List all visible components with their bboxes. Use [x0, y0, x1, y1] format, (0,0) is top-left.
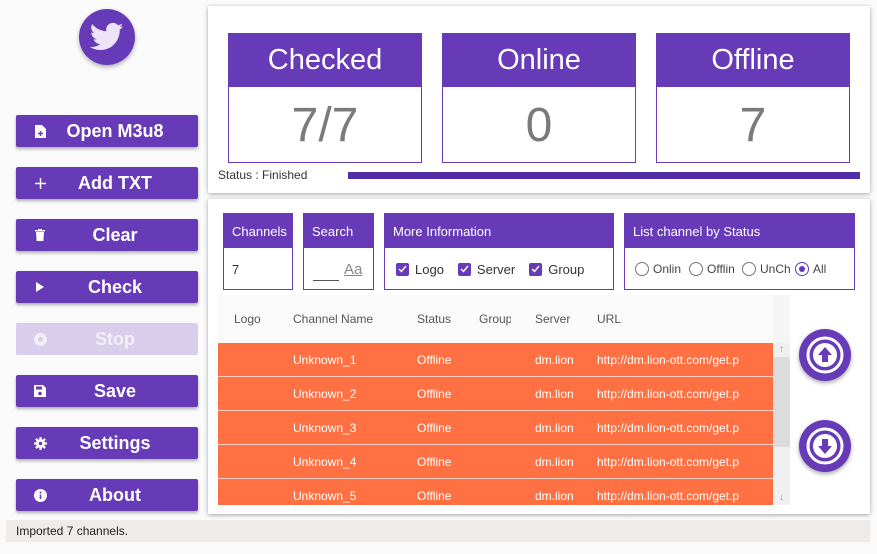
settings-button[interactable]: Settings — [16, 427, 198, 459]
table-scrollbar[interactable]: ↑ ↓ — [773, 343, 790, 505]
search-label: Search — [304, 214, 373, 248]
check-icon — [396, 262, 409, 276]
stats-panel: Checked 7/7 Online 0 Offline 7 — [208, 6, 870, 193]
col-group[interactable]: Group — [479, 312, 511, 326]
scroll-up-arrow-icon[interactable]: ↑ — [773, 343, 790, 357]
checked-stat: Checked 7/7 — [228, 33, 422, 163]
check-icon — [529, 262, 543, 276]
button-label: About — [89, 484, 141, 505]
info-icon — [16, 488, 64, 502]
col-url[interactable]: URL — [597, 312, 757, 326]
check-button[interactable]: Check — [16, 271, 198, 303]
online-label: Online — [443, 34, 635, 87]
arrow-down-circle-icon — [806, 427, 844, 465]
add-txt-button[interactable]: Add TXT — [16, 167, 198, 199]
server-checkbox[interactable]: Server — [457, 261, 516, 277]
online-value: 0 — [525, 98, 553, 152]
unchecked-radio[interactable]: UnCh — [742, 262, 795, 276]
col-server[interactable]: Server — [535, 312, 573, 326]
offline-radio[interactable]: Offlin — [689, 262, 742, 276]
floppy-icon — [16, 385, 64, 397]
table-row[interactable]: Unknown_4 Offline dm.lion-ott.com http:/… — [218, 445, 773, 479]
twitter-bird-icon — [90, 22, 124, 51]
plus-icon — [16, 177, 64, 189]
button-label: Settings — [79, 432, 151, 453]
status-filter-label: List channel by Status — [625, 214, 854, 248]
more-info-label: More Information — [385, 214, 613, 248]
match-case-icon[interactable]: Aa — [344, 261, 362, 278]
gear-icon — [16, 436, 64, 450]
online-radio[interactable]: Onlin — [635, 262, 689, 276]
search-box: Search Aa — [303, 213, 374, 290]
table-header: Logo Channel Name Status Group Server UR… — [218, 295, 773, 343]
status-text: Status : Finished — [218, 168, 308, 182]
logo-checkbox[interactable]: Logo — [396, 262, 444, 277]
button-label: Check — [87, 276, 143, 297]
about-button[interactable]: About — [16, 479, 198, 511]
search-input[interactable] — [313, 265, 339, 281]
status-bar: Imported 7 channels. — [6, 520, 870, 542]
checked-label: Checked — [229, 34, 421, 87]
group-checkbox[interactable]: Group — [529, 262, 584, 277]
table-row[interactable]: Unknown_5 Offline dm.lion-ott.com http:/… — [218, 479, 773, 505]
button-label: Save — [93, 380, 137, 401]
move-down-button[interactable] — [799, 420, 851, 472]
table-row[interactable]: Unknown_3 Offline dm.lion-ott.com http:/… — [218, 411, 773, 445]
stop-button[interactable]: Stop — [16, 323, 198, 355]
col-logo[interactable]: Logo — [218, 312, 293, 326]
save-button[interactable]: Save — [16, 375, 198, 407]
scroll-down-arrow-icon[interactable]: ↓ — [773, 491, 790, 505]
progress-bar — [348, 172, 860, 179]
file-add-icon — [16, 124, 64, 138]
trash-icon — [16, 229, 64, 241]
button-label: Stop — [95, 328, 135, 349]
checked-value: 7/7 — [291, 98, 359, 152]
play-icon — [16, 282, 64, 292]
stop-circle-icon — [16, 332, 64, 346]
channels-label: Channels — [224, 214, 292, 248]
offline-label: Offline — [657, 34, 849, 87]
arrow-up-circle-icon — [806, 336, 844, 374]
table-row[interactable]: Unknown_1 Offline dm.lion-ott.com http:/… — [218, 343, 773, 377]
channels-table: Logo Channel Name Status Group Server UR… — [218, 295, 790, 505]
button-label: Open M3u8 — [66, 120, 164, 141]
more-info-box: More Information Logo Server Group — [384, 213, 614, 290]
scrollbar-thumb[interactable] — [773, 357, 790, 447]
progress-fill — [348, 172, 860, 179]
button-label: Add TXT — [78, 172, 152, 193]
offline-value: 7 — [739, 98, 767, 152]
channels-count: 7 — [232, 261, 240, 277]
logo-checkbox-label: Logo — [415, 261, 444, 277]
col-channel-name[interactable]: Channel Name — [293, 312, 417, 326]
app-logo — [79, 9, 135, 65]
check-icon — [457, 262, 471, 276]
offline-stat: Offline 7 — [656, 33, 850, 163]
move-up-button[interactable] — [799, 329, 851, 381]
col-status[interactable]: Status — [417, 312, 455, 326]
open-m3u8-button[interactable]: Open M3u8 — [16, 115, 198, 147]
all-radio[interactable]: All — [795, 262, 826, 276]
table-row[interactable]: Unknown_2 Offline dm.lion-ott.com http:/… — [218, 377, 773, 411]
server-checkbox-label: Server — [476, 261, 516, 277]
channels-count-box: Channels 7 — [223, 213, 293, 290]
online-stat: Online 0 — [442, 33, 636, 163]
status-filter-box: List channel by Status Onlin Offlin UnCh… — [624, 213, 855, 290]
group-checkbox-label: Group — [548, 261, 585, 277]
table-body: Unknown_1 Offline dm.lion-ott.com http:/… — [218, 343, 773, 505]
clear-button[interactable]: Clear — [16, 219, 198, 251]
button-label: Clear — [92, 224, 138, 245]
